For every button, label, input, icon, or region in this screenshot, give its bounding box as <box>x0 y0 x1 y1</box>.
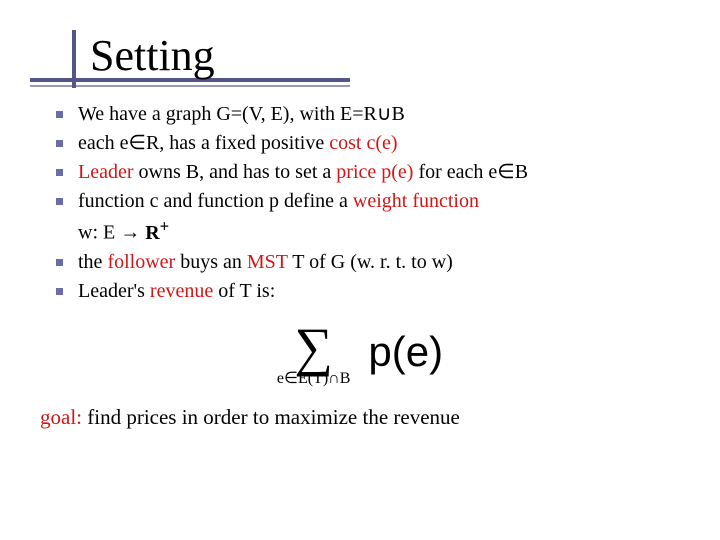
presentation-slide: Setting We have a graph G=(V, E), with E… <box>0 0 720 540</box>
text: w: E <box>78 222 120 244</box>
text: for each e <box>413 161 497 183</box>
element-symbol: ∈ <box>284 370 298 387</box>
element-symbol: ∈ <box>497 161 514 183</box>
highlight-price: price p(e) <box>336 161 413 183</box>
bullet-list: We have a graph G=(V, E), with E=R∪B eac… <box>30 101 690 305</box>
text: B <box>391 103 404 125</box>
text: function c and function p define a <box>78 190 353 212</box>
highlight-leader: Leader <box>78 161 134 183</box>
text: Leader's <box>78 280 150 302</box>
goal-label: goal: <box>40 405 82 429</box>
text: R <box>140 222 159 244</box>
summation-formula: ∑ e∈E(T)∩B p(e) <box>30 320 690 386</box>
sub-e: e <box>277 370 284 387</box>
text: R, has a fixed positive <box>146 132 329 154</box>
bullet-item-3: Leader owns B, and has to set a price p(… <box>78 159 690 186</box>
text: We have a graph G=(V, E), with E=R <box>78 103 377 125</box>
formula-term: p(e) <box>368 328 443 375</box>
sub-b: B <box>340 370 351 387</box>
highlight-weight-fn: weight function <box>353 190 479 212</box>
goal-text: find prices in order to maximize the rev… <box>82 405 460 429</box>
highlight-cost: cost c(e) <box>329 132 397 154</box>
text: T of G (w. r. t. to w) <box>288 251 453 273</box>
bullet-item-4: function c and function p define a weigh… <box>78 188 690 247</box>
sub-et: E(T) <box>298 370 328 387</box>
intersect-symbol: ∩ <box>328 370 340 387</box>
highlight-revenue: revenue <box>150 280 213 302</box>
slide-title: Setting <box>90 30 690 81</box>
highlight-mst: MST <box>247 251 288 273</box>
text: of T is: <box>213 280 275 302</box>
sigma-symbol: ∑ <box>277 320 350 374</box>
text: buys an <box>175 251 247 273</box>
goal-statement: goal: find prices in order to maximize t… <box>30 405 690 430</box>
bullet-item-2: each e∈R, has a fixed positive cost c(e) <box>78 130 690 157</box>
arrow-symbol: → <box>120 222 140 244</box>
text: the <box>78 251 107 273</box>
text: owns B, and has to set a <box>134 161 337 183</box>
bullet-item-1: We have a graph G=(V, E), with E=R∪B <box>78 101 690 128</box>
union-symbol: ∪ <box>377 103 392 125</box>
superscript-plus: + <box>160 216 170 235</box>
sigma-subscript: e∈E(T)∩B <box>277 372 350 386</box>
highlight-follower: follower <box>107 251 175 273</box>
title-area: Setting <box>30 30 690 81</box>
sigma-operator: ∑ e∈E(T)∩B <box>277 320 350 386</box>
text: each e <box>78 132 129 154</box>
element-symbol: ∈ <box>129 132 146 154</box>
bullet-item-6: Leader's revenue of T is: <box>78 278 690 305</box>
bullet-item-5: the follower buys an MST T of G (w. r. t… <box>78 249 690 276</box>
text: B <box>515 161 528 183</box>
